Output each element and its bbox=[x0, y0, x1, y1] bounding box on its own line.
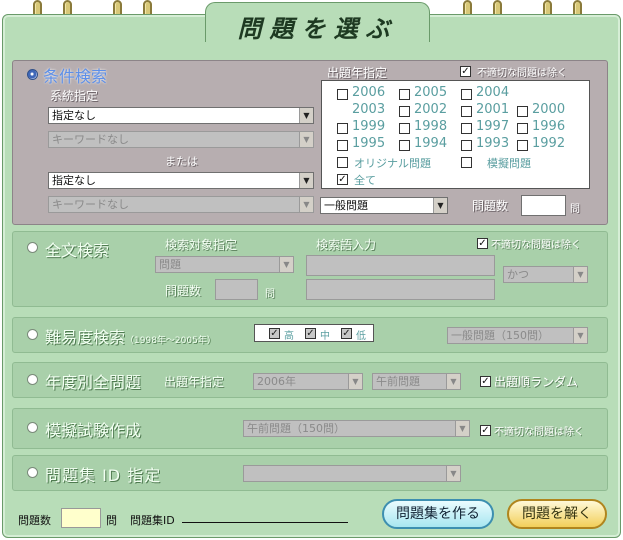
footer-count-label: 問題数 bbox=[18, 514, 51, 527]
difficulty-year-range: （1998年～2005年） bbox=[125, 336, 216, 346]
mock-exclude-label: 不適切な問題は除く bbox=[494, 427, 584, 438]
condition-search-title[interactable]: 条件検索 bbox=[43, 63, 107, 87]
year-label: 出題年指定 bbox=[327, 66, 388, 80]
year-checkbox-2005[interactable] bbox=[399, 89, 410, 100]
condition-count-field bbox=[521, 195, 566, 216]
yearly-session-select: 午前問題 ▼ bbox=[372, 373, 461, 390]
all-years-label: 全て bbox=[354, 174, 376, 187]
year-checkbox-1997[interactable] bbox=[461, 123, 472, 134]
yearly-year-select: 2006年 ▼ bbox=[253, 373, 363, 390]
fulltext-count-label: 問題数 bbox=[165, 284, 202, 298]
year-label-1998: 1998 bbox=[414, 119, 448, 134]
keyword-select-2: キーワードなし ▼ bbox=[48, 196, 314, 213]
mock-checkbox[interactable] bbox=[461, 157, 472, 168]
fulltext-count-field bbox=[215, 279, 258, 300]
difficulty-low-checkbox[interactable] bbox=[341, 328, 352, 339]
solve-button[interactable]: 問題を解く bbox=[507, 499, 607, 529]
mock-exam-radio[interactable] bbox=[27, 422, 38, 433]
mock-label: 模擬問題 bbox=[487, 157, 531, 170]
footer-count-unit: 問 bbox=[106, 514, 117, 527]
search-term-label: 検索語入力 bbox=[316, 238, 377, 252]
set-id-title[interactable]: 問題集 ID 指定 bbox=[45, 462, 161, 486]
year-label-1994: 1994 bbox=[414, 136, 448, 151]
difficulty-low-label: 低 bbox=[356, 331, 366, 342]
year-checkbox-2002[interactable] bbox=[399, 106, 410, 117]
keyword-select-1: キーワードなし ▼ bbox=[48, 131, 314, 148]
yearly-radio[interactable] bbox=[27, 374, 38, 385]
year-label-1996: 1996 bbox=[532, 119, 566, 134]
year-checkbox-2006[interactable] bbox=[337, 89, 348, 100]
year-checkbox-2004[interactable] bbox=[461, 89, 472, 100]
search-target-label: 検索対象指定 bbox=[165, 238, 238, 252]
difficulty-search-label: 難易度検索 bbox=[45, 328, 126, 347]
year-label-2000: 2000 bbox=[532, 102, 566, 117]
search-target-select: 問題 ▼ bbox=[155, 256, 294, 273]
condition-search-radio[interactable] bbox=[27, 69, 38, 80]
year-checkbox-1999[interactable] bbox=[337, 123, 348, 134]
footer-set-id-label: 問題集ID bbox=[130, 514, 175, 527]
year-checkbox-1992[interactable] bbox=[517, 140, 528, 151]
random-order-checkbox[interactable] bbox=[480, 376, 491, 387]
year-label-2004: 2004 bbox=[476, 85, 510, 100]
mock-exam-title[interactable]: 模擬試験作成 bbox=[45, 417, 141, 441]
year-checkbox-2000[interactable] bbox=[517, 106, 528, 117]
category-select-2[interactable]: 指定なし ▼ bbox=[48, 172, 314, 189]
year-label-2003: 2003 bbox=[352, 102, 386, 117]
year-checkbox-1998[interactable] bbox=[399, 123, 410, 134]
difficulty-high-checkbox[interactable] bbox=[269, 328, 280, 339]
difficulty-mid-label: 中 bbox=[320, 331, 330, 342]
difficulty-search-radio[interactable] bbox=[27, 329, 38, 340]
title-tab: 問題を選ぶ bbox=[205, 2, 430, 43]
condition-count-label: 問題数 bbox=[472, 199, 509, 213]
category-select-1[interactable]: 指定なし ▼ bbox=[48, 107, 314, 124]
set-id-select: ▼ bbox=[243, 465, 461, 482]
year-checkbox-1996[interactable] bbox=[517, 123, 528, 134]
condition-count-unit: 問 bbox=[570, 204, 580, 215]
difficulty-mid-checkbox[interactable] bbox=[305, 328, 316, 339]
year-label-2006: 2006 bbox=[352, 85, 386, 100]
fulltext-search-radio[interactable] bbox=[27, 242, 38, 253]
set-id-underline bbox=[182, 522, 348, 523]
search-term-input-1 bbox=[306, 255, 495, 276]
yearly-title[interactable]: 年度別全問題 bbox=[45, 369, 141, 393]
fulltext-exclude-checkbox[interactable] bbox=[477, 238, 488, 249]
year-label-2005: 2005 bbox=[414, 85, 448, 100]
footer-count-field bbox=[61, 508, 101, 528]
all-years-checkbox[interactable] bbox=[337, 174, 348, 185]
year-checkbox-2001[interactable] bbox=[461, 106, 472, 117]
set-id-radio[interactable] bbox=[27, 467, 38, 478]
original-checkbox[interactable] bbox=[337, 157, 348, 168]
year-checkbox-1994[interactable] bbox=[399, 140, 410, 151]
fulltext-exclude-label: 不適切な問題は除く bbox=[491, 240, 581, 251]
difficulty-type-select: 一般問題（150問） ▼ bbox=[447, 327, 588, 344]
year-label-1999: 1999 bbox=[352, 119, 386, 134]
random-order-label: 出題順ランダム bbox=[494, 375, 579, 389]
difficulty-high-label: 高 bbox=[284, 331, 294, 342]
search-logic-select: かつ ▼ bbox=[503, 266, 588, 283]
difficulty-search-title[interactable]: 難易度検索（1998年～2005年） bbox=[45, 324, 216, 348]
year-checkbox-1993[interactable] bbox=[461, 140, 472, 151]
yearly-year-label: 出題年指定 bbox=[164, 375, 225, 389]
year-label-2001: 2001 bbox=[476, 102, 510, 117]
or-label: または bbox=[165, 155, 198, 168]
exclude-checkbox[interactable] bbox=[460, 66, 471, 77]
mock-exclude-checkbox[interactable] bbox=[480, 425, 491, 436]
exclude-label: 不適切な問題は除く bbox=[477, 68, 567, 79]
category-label: 系統指定 bbox=[50, 89, 99, 103]
original-label: オリジナル問題 bbox=[354, 157, 431, 170]
year-label-1995: 1995 bbox=[352, 136, 386, 151]
page-title: 問題を選ぶ bbox=[237, 14, 398, 43]
year-label-1992: 1992 bbox=[532, 136, 566, 151]
year-label-1993: 1993 bbox=[476, 136, 510, 151]
year-checkbox-1995[interactable] bbox=[337, 140, 348, 151]
search-term-input-2 bbox=[306, 279, 495, 300]
fulltext-search-title[interactable]: 全文検索 bbox=[45, 237, 109, 261]
question-type-select[interactable]: 一般問題 ▼ bbox=[320, 197, 448, 214]
make-set-button[interactable]: 問題集を作る bbox=[382, 499, 494, 529]
year-label-2002: 2002 bbox=[414, 102, 448, 117]
mock-exam-type-select: 午前問題（150問） ▼ bbox=[243, 420, 470, 437]
fulltext-count-unit: 問 bbox=[265, 289, 275, 300]
year-label-1997: 1997 bbox=[476, 119, 510, 134]
difficulty-level-box: 高 中 低 bbox=[254, 324, 374, 342]
